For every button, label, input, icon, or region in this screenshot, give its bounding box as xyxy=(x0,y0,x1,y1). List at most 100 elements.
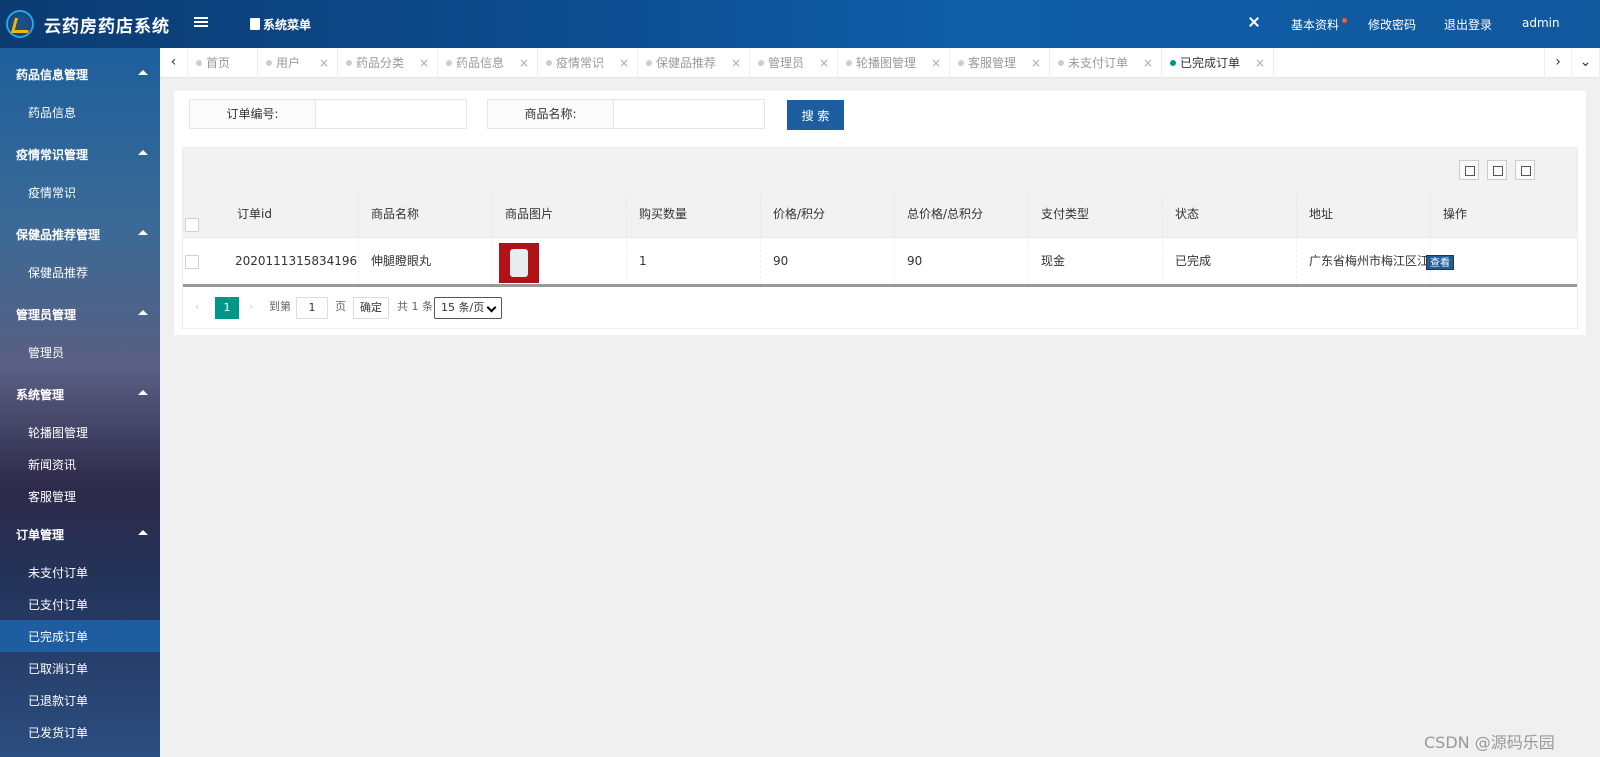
close-icon[interactable]: × xyxy=(819,48,829,78)
tab-label: 药品信息 xyxy=(456,56,505,70)
page-confirm-button[interactable]: 确定 xyxy=(353,297,389,319)
cell-total: 90 xyxy=(895,239,1029,284)
product-name-input[interactable] xyxy=(613,99,765,129)
logout-link[interactable]: 退出登录 xyxy=(1444,16,1492,33)
row-checkbox[interactable] xyxy=(185,255,199,269)
product-thumbnail xyxy=(499,243,539,283)
sidebar-group-epidemic[interactable]: 疫情常识管理 xyxy=(0,134,160,172)
sidebar-item-epidemic[interactable]: 疫情常识 xyxy=(0,176,160,208)
close-icon[interactable]: × xyxy=(931,48,941,78)
sidebar-group-drug-info[interactable]: 药品信息管理 xyxy=(0,54,160,92)
change-password-link[interactable]: 修改密码 xyxy=(1368,16,1416,33)
tab-epidemic[interactable]: 疫情常识 × xyxy=(538,48,638,78)
cell-pay-type: 现金 xyxy=(1029,239,1163,284)
cell-address: 广东省梅州市梅江区江南 xyxy=(1297,239,1431,284)
tab-menu-chevron-down-icon[interactable]: ⌄ xyxy=(1572,48,1600,78)
sidebar-item-refunded-orders[interactable]: 已退款订单 xyxy=(0,684,160,716)
fullscreen-icon[interactable] xyxy=(1248,16,1260,28)
tab-dot-icon xyxy=(958,60,964,66)
menu-toggle-icon[interactable] xyxy=(194,17,208,29)
view-button[interactable]: 查看 xyxy=(1426,255,1454,270)
order-no-label: 订单编号: xyxy=(189,99,316,129)
page-number-input[interactable]: 1 xyxy=(296,297,328,319)
sidebar-item-unpaid-orders[interactable]: 未支付订单 xyxy=(0,556,160,588)
close-icon[interactable]: × xyxy=(1143,48,1153,78)
tab-customer-service[interactable]: 客服管理 × xyxy=(950,48,1050,78)
sidebar-item-admin[interactable]: 管理员 xyxy=(0,336,160,368)
tab-dot-icon xyxy=(758,60,764,66)
sidebar-group-admin[interactable]: 管理员管理 xyxy=(0,294,160,332)
tab-users[interactable]: 用户 × xyxy=(258,48,338,78)
col-action: 操作 xyxy=(1443,207,1468,221)
sidebar-item-drug-info[interactable]: 药品信息 xyxy=(0,96,160,128)
page-size-select[interactable]: 15 条/页 xyxy=(434,297,502,319)
tab-label: 保健品推荐 xyxy=(656,56,717,70)
col-address: 地址 xyxy=(1297,190,1431,238)
tab-label: 管理员 xyxy=(768,56,805,70)
close-icon[interactable]: × xyxy=(519,48,529,78)
col-price: 价格/积分 xyxy=(761,190,895,238)
sidebar-item-completed-orders[interactable]: 已完成订单 xyxy=(0,620,160,652)
tab-label: 用户 xyxy=(276,56,301,70)
tab-completed-orders[interactable]: 已完成订单 × xyxy=(1162,48,1274,78)
tab-scroll-left-icon[interactable]: ‹ xyxy=(160,48,188,78)
tab-scroll-right-icon[interactable]: › xyxy=(1544,48,1572,78)
print-icon[interactable] xyxy=(1515,160,1535,180)
close-icon[interactable]: × xyxy=(1255,48,1265,78)
tab-admin[interactable]: 管理员 × xyxy=(750,48,838,78)
sidebar-item-cancelled-orders[interactable]: 已取消订单 xyxy=(0,652,160,684)
close-icon[interactable]: × xyxy=(619,48,629,78)
caret-up-icon xyxy=(138,230,148,235)
sidebar-item-news[interactable]: 新闻资讯 xyxy=(0,448,160,480)
notification-dot-icon xyxy=(1342,18,1347,23)
tab-drug-info[interactable]: 药品信息 × xyxy=(438,48,538,78)
close-icon[interactable]: × xyxy=(731,48,741,78)
user-menu[interactable]: admin xyxy=(1522,16,1560,30)
export-icon[interactable] xyxy=(1487,160,1507,180)
tab-unpaid-orders[interactable]: 未支付订单 × xyxy=(1050,48,1162,78)
search-button[interactable]: 搜 索 xyxy=(787,100,844,130)
table-row: 20201113158341961017 伸腿瞪眼丸 1 90 90 现金 已完… xyxy=(183,239,1577,287)
sidebar-group-label: 疫情常识管理 xyxy=(16,148,89,162)
col-pay-type: 支付类型 xyxy=(1029,190,1163,238)
caret-up-icon xyxy=(138,70,148,75)
col-status: 状态 xyxy=(1163,190,1297,238)
sidebar-group-system[interactable]: 系统管理 xyxy=(0,374,160,412)
tab-dot-icon xyxy=(546,60,552,66)
basic-info-link[interactable]: 基本资料 xyxy=(1291,16,1339,33)
close-icon[interactable]: × xyxy=(1031,48,1041,78)
close-icon[interactable]: × xyxy=(419,48,429,78)
tab-dot-icon xyxy=(646,60,652,66)
cell-order-id: 20201113158341961017 xyxy=(223,239,359,284)
col-total: 总价格/总积分 xyxy=(895,190,1029,238)
prev-page-icon[interactable]: ‹ xyxy=(195,297,199,319)
tab-carousel[interactable]: 轮播图管理 × xyxy=(838,48,950,78)
tab-dot-icon xyxy=(1170,60,1176,66)
tab-home[interactable]: 首页 xyxy=(188,48,258,78)
tab-dot-icon xyxy=(266,60,272,66)
columns-filter-icon[interactable] xyxy=(1459,160,1479,180)
system-menu-button[interactable]: 系统菜单 xyxy=(250,16,311,33)
sidebar-item-shipped-orders[interactable]: 已发货订单 xyxy=(0,716,160,748)
next-page-icon[interactable]: › xyxy=(249,297,253,319)
tab-dot-icon xyxy=(1058,60,1064,66)
tab-bar: ‹ 首页 用户 × 药品分类 × 药品信息 × 疫情常识 × 保健品推荐 × 管理员 × 轮… xyxy=(160,48,1600,78)
tab-health-products[interactable]: 保健品推荐 × xyxy=(638,48,750,78)
sidebar-item-customer-service[interactable]: 客服管理 xyxy=(0,480,160,512)
caret-up-icon xyxy=(138,310,148,315)
table-toolbar xyxy=(183,148,1577,190)
sidebar-group-label: 管理员管理 xyxy=(16,308,77,322)
col-quantity: 购买数量 xyxy=(627,190,761,238)
sidebar-item-paid-orders[interactable]: 已支付订单 xyxy=(0,588,160,620)
sidebar-item-carousel[interactable]: 轮播图管理 xyxy=(0,416,160,448)
sidebar-group-orders[interactable]: 订单管理 xyxy=(0,514,160,552)
order-no-input[interactable] xyxy=(315,99,467,129)
tab-drug-category[interactable]: 药品分类 × xyxy=(338,48,438,78)
sidebar-item-health-products[interactable]: 保健品推荐 xyxy=(0,256,160,288)
close-icon[interactable]: × xyxy=(319,48,329,78)
tab-label: 首页 xyxy=(206,56,231,70)
header-checkbox[interactable] xyxy=(185,218,199,232)
sidebar-group-label: 保健品推荐管理 xyxy=(16,228,101,242)
page-current[interactable]: 1 xyxy=(215,297,239,319)
sidebar-group-health-products[interactable]: 保健品推荐管理 xyxy=(0,214,160,252)
